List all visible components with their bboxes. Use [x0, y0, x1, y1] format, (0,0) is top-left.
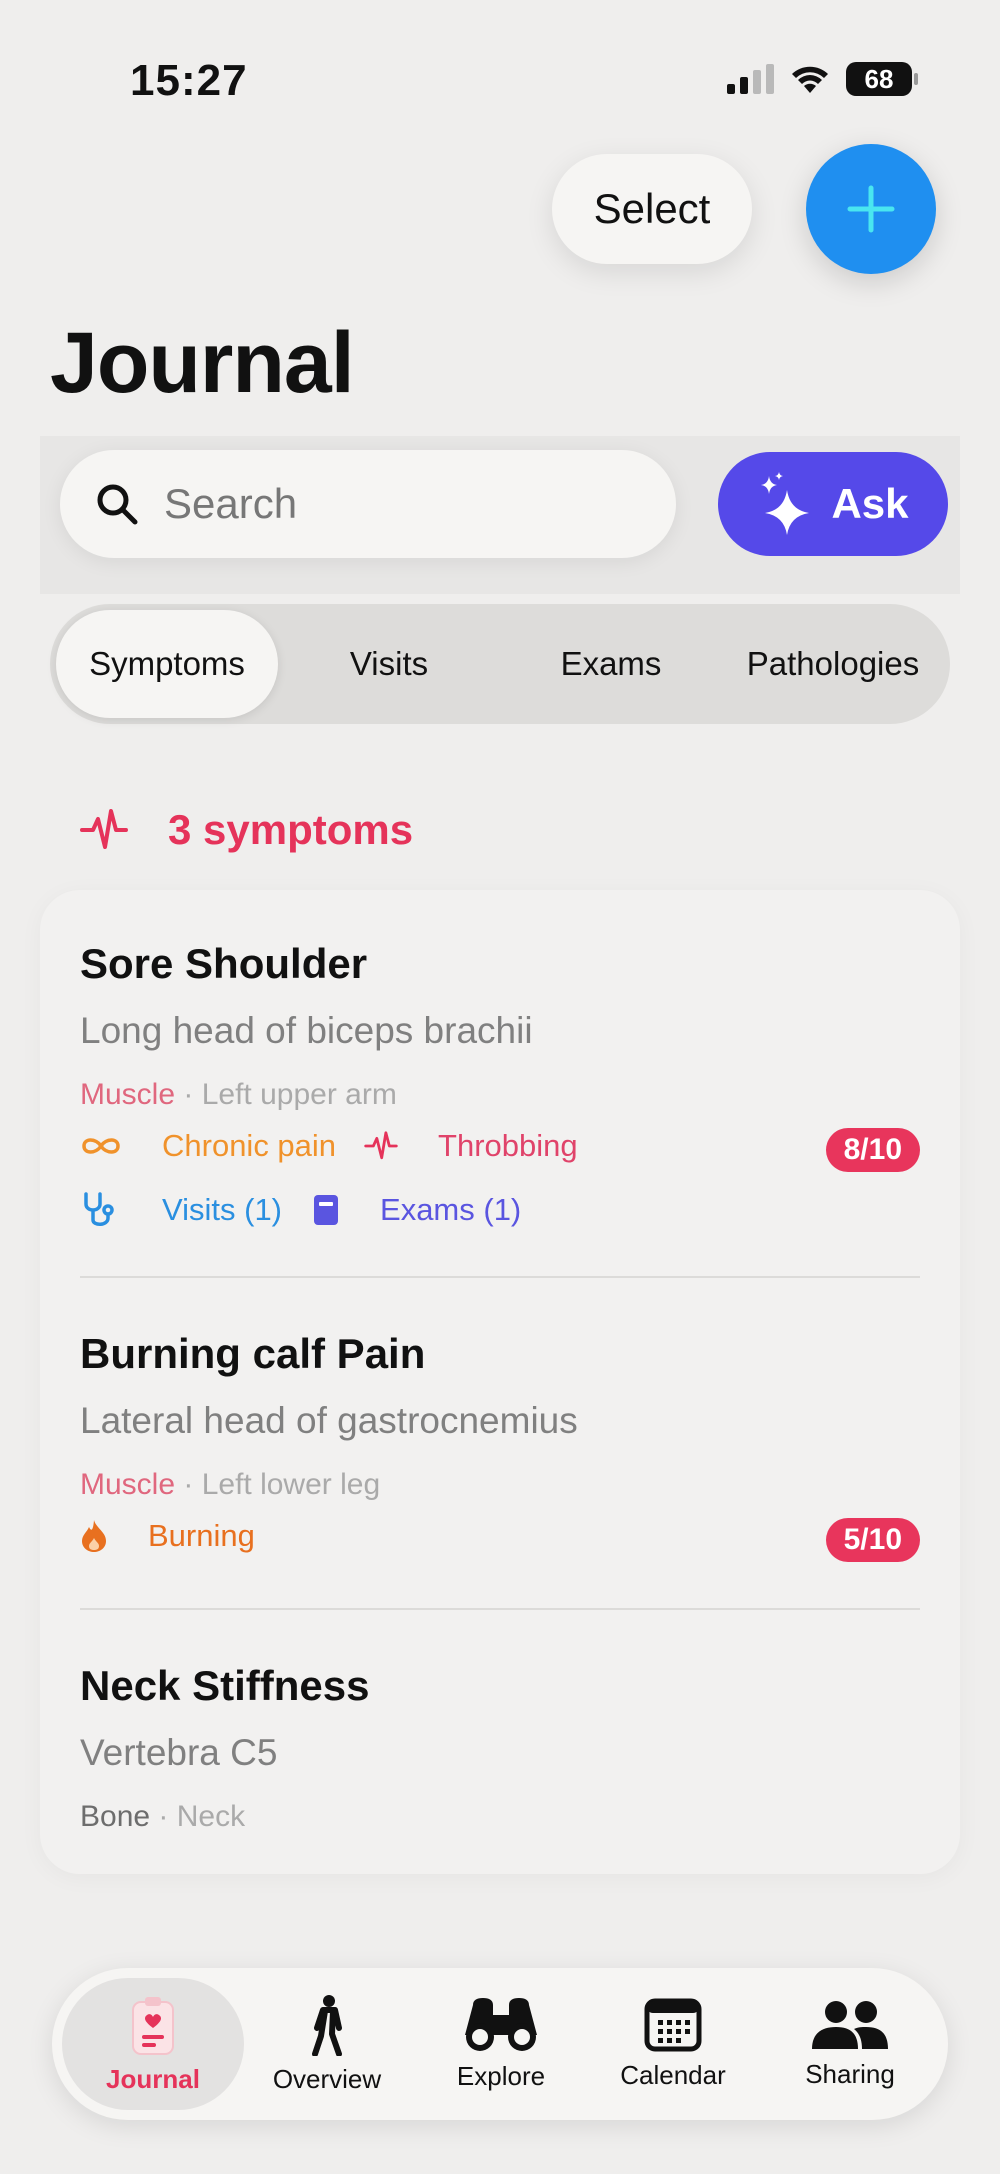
person-icon: [312, 1994, 342, 2056]
cellular-signal-icon: [727, 64, 774, 94]
tabbar-label: Overview: [272, 2063, 382, 2094]
category-tabs: Symptoms Visits Exams Pathologies: [50, 604, 950, 724]
body-location: Left upper arm: [201, 1078, 397, 1111]
tab-symptoms[interactable]: Symptoms: [56, 610, 278, 718]
symptoms-section-header: 3 symptoms: [80, 806, 413, 854]
symptom-card-neck-stiffness[interactable]: Neck Stiffness Vertebra C5 Bone · Neck: [40, 1612, 960, 1874]
ask-button[interactable]: Ask: [718, 452, 948, 556]
pulse-icon: [80, 809, 128, 849]
search-placeholder: Search: [164, 480, 298, 527]
tab-exams[interactable]: Exams: [500, 610, 722, 718]
bottom-tab-bar: Journal Overview Explore Calendar Sharin…: [52, 1968, 948, 2120]
symptom-card-sore-shoulder[interactable]: Sore Shoulder Long head of biceps brachi…: [40, 890, 960, 1280]
tabbar-explore[interactable]: Explore: [426, 1978, 576, 2110]
journal-screen: 15:27 68 Select Journal Search Ask Sympt…: [0, 0, 1000, 2174]
status-indicators: 68: [727, 62, 918, 96]
symptom-meta: Muscle · Left lower leg: [80, 1468, 381, 1501]
tissue-type: Muscle: [80, 1078, 176, 1111]
ask-label: Ask: [831, 480, 909, 527]
severity-badge: 8/10: [825, 1128, 920, 1172]
people-icon: [812, 2000, 888, 2049]
symptom-anatomy: Vertebra C5: [80, 1732, 278, 1773]
wifi-icon: [792, 66, 828, 93]
tag-chronic-pain: Chronic pain: [162, 1128, 337, 1163]
stethoscope-icon: [84, 1192, 114, 1226]
tab-pathologies[interactable]: Pathologies: [722, 610, 944, 718]
tabbar-journal[interactable]: Journal: [62, 1978, 244, 2110]
tabbar-label: Sharing: [805, 2058, 895, 2089]
flame-icon: [82, 1520, 106, 1552]
symptom-anatomy: Long head of biceps brachii: [80, 1010, 533, 1051]
symptom-meta: Muscle · Left upper arm: [80, 1078, 397, 1111]
tabbar-label: Explore: [456, 2060, 546, 2091]
symptom-tags: Chronic pain Throbbing: [80, 1128, 578, 1164]
tabbar-overview[interactable]: Overview: [252, 1978, 402, 2110]
symptom-anatomy: Lateral head of gastrocnemius: [80, 1400, 578, 1441]
divider: [80, 1608, 920, 1610]
symptom-title: Neck Stiffness: [80, 1662, 370, 1709]
symptom-links: Visits (1) Exams (1): [80, 1190, 521, 1230]
symptom-list: Sore Shoulder Long head of biceps brachi…: [40, 890, 960, 1874]
tabbar-sharing[interactable]: Sharing: [770, 1978, 930, 2110]
tabbar-label: Journal: [106, 2063, 200, 2094]
tissue-type: Bone: [80, 1800, 151, 1833]
exam-document-icon: [314, 1195, 339, 1225]
battery-icon: 68: [846, 62, 918, 96]
symptom-card-burning-calf-pain[interactable]: Burning calf Pain Lateral head of gastro…: [40, 1280, 960, 1612]
visits-link[interactable]: Visits (1): [162, 1192, 282, 1228]
exams-link[interactable]: Exams (1): [380, 1192, 521, 1228]
tab-visits[interactable]: Visits: [278, 610, 500, 718]
binoculars-icon: [465, 1997, 537, 2051]
body-location: Left lower leg: [201, 1468, 381, 1501]
status-time: 15:27: [130, 56, 248, 105]
journal-icon: [132, 1996, 174, 2055]
symptom-meta: Bone · Neck: [80, 1800, 246, 1833]
symptom-title: Sore Shoulder: [80, 940, 368, 987]
tag-burning: Burning: [148, 1518, 255, 1553]
sparkles-icon: [761, 472, 810, 535]
select-button[interactable]: Select: [552, 154, 752, 264]
symptom-count: 3 symptoms: [168, 806, 414, 853]
pulse-icon: [364, 1131, 398, 1160]
severity-badge: 5/10: [825, 1518, 920, 1562]
search-input[interactable]: Search: [60, 450, 676, 558]
symptom-title: Burning calf Pain: [80, 1330, 426, 1377]
divider: [80, 1276, 920, 1278]
tabbar-label: Calendar: [620, 2059, 726, 2090]
tissue-type: Muscle: [80, 1468, 176, 1501]
plus-icon: [847, 185, 895, 233]
page-title: Journal: [50, 315, 355, 411]
body-location: Neck: [176, 1800, 246, 1833]
symptom-tags: Burning: [80, 1518, 255, 1554]
add-button[interactable]: [806, 144, 936, 274]
search-icon: [97, 484, 138, 525]
tag-throbbing: Throbbing: [438, 1128, 578, 1163]
calendar-icon: [644, 1998, 702, 2051]
infinity-icon: [82, 1138, 120, 1154]
tabbar-calendar[interactable]: Calendar: [598, 1978, 748, 2110]
